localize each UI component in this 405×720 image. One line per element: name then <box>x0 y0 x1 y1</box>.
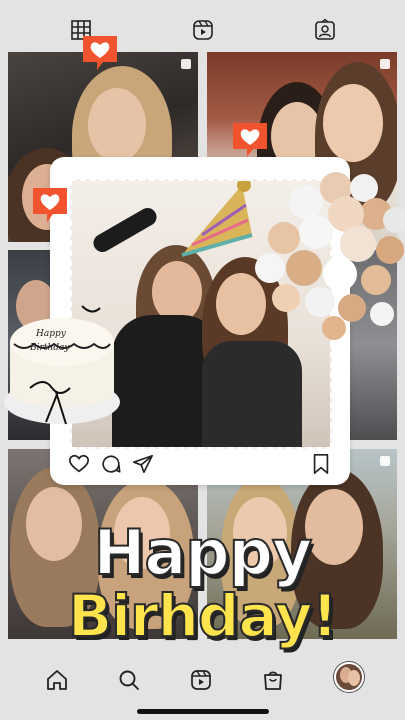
comment-icon[interactable] <box>100 453 122 475</box>
page: Happy Birthday Happy Birhday! <box>0 0 405 720</box>
search-icon[interactable] <box>117 668 141 692</box>
bottom-nav <box>0 660 405 700</box>
reels-tab-icon[interactable] <box>191 18 215 42</box>
post-action-bar <box>68 453 334 477</box>
share-icon[interactable] <box>132 453 154 475</box>
bookmark-icon[interactable] <box>310 453 332 475</box>
reels-icon[interactable] <box>189 668 213 692</box>
heart-outline-icon[interactable] <box>68 453 90 475</box>
heart-like-badge-icon <box>29 184 71 226</box>
headline-line2: Birhday! <box>67 581 339 651</box>
balloons-sticker <box>255 172 405 340</box>
multiple-photos-icon <box>181 59 191 69</box>
heart-like-badge-icon <box>229 119 271 161</box>
shop-icon[interactable] <box>261 668 285 692</box>
heart-like-badge-icon <box>79 32 121 74</box>
home-icon[interactable] <box>45 668 69 692</box>
home-indicator[interactable] <box>137 709 269 714</box>
multiple-photos-icon <box>380 456 390 466</box>
cake-text-line2: Birthday <box>29 343 70 353</box>
cake-sticker: Happy Birthday <box>4 305 120 425</box>
multiple-photos-icon <box>380 59 390 69</box>
cake-text-line1: Happy <box>35 329 67 339</box>
profile-tab-bar <box>0 14 405 46</box>
profile-avatar[interactable] <box>334 662 364 692</box>
headline-line1: Happy <box>93 515 314 590</box>
tagged-icon[interactable] <box>313 18 337 42</box>
